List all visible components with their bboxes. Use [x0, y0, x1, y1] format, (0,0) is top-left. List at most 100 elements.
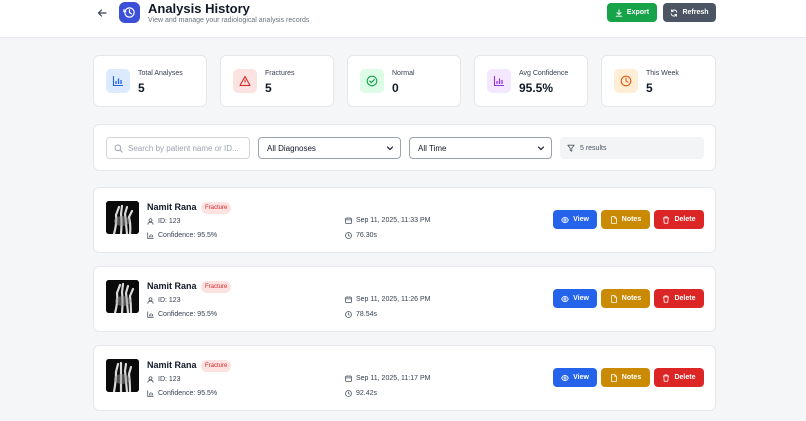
history-icon: [119, 2, 140, 23]
page-subtitle: View and manage your radiological analys…: [148, 17, 310, 24]
results-count: 5 results: [560, 137, 704, 159]
xray-thumbnail[interactable]: [106, 359, 139, 392]
search-input[interactable]: [128, 143, 246, 153]
processing-time-text: 76.30s: [356, 232, 378, 239]
refresh-label: Refresh: [682, 9, 709, 16]
file-icon: [610, 215, 617, 224]
confidence: Confidence: 95.5%: [147, 311, 217, 318]
refresh-button[interactable]: Refresh: [663, 3, 716, 22]
notes-label: Notes: [621, 374, 642, 381]
record-card: Namit Rana Fracture ID: 123 Confidence: …: [93, 187, 716, 253]
search-field[interactable]: [106, 137, 250, 159]
bar-chart-icon: [147, 390, 154, 397]
patient-name: Namit Rana: [147, 281, 197, 291]
clock-icon: [345, 311, 352, 318]
export-label: Export: [626, 9, 650, 16]
eye-icon: [561, 216, 569, 223]
confidence: Confidence: 95.5%: [147, 232, 217, 239]
time-select[interactable]: All Time: [409, 137, 552, 159]
confidence-text: Confidence: 95.5%: [158, 232, 218, 239]
refresh-icon: [671, 8, 678, 17]
patient-id: ID: 123: [147, 297, 181, 304]
view-button[interactable]: View: [553, 210, 597, 229]
patient-id-text: ID: 123: [158, 376, 181, 383]
diagnosis-select-value: All Diagnoses: [267, 143, 316, 153]
record-card: Namit Rana Fracture ID: 123 Confidence: …: [93, 266, 716, 332]
patient-id: ID: 123: [147, 218, 181, 225]
clock-icon: [345, 232, 352, 239]
notes-button[interactable]: Notes: [601, 210, 650, 229]
page-header: Analysis History View and manage your ra…: [0, 0, 806, 38]
stat-value: 5: [646, 81, 653, 95]
stat-label: Avg Confidence: [519, 70, 569, 77]
chevron-down-icon: [386, 146, 394, 151]
export-button[interactable]: Export: [607, 3, 657, 22]
stat-label: Total Analyses: [138, 70, 183, 77]
user-icon: [147, 297, 154, 304]
chevron-down-icon: [537, 146, 545, 151]
analysis-date-text: Sep 11, 2025, 11:26 PM: [356, 296, 431, 303]
confidence-text: Confidence: 95.5%: [158, 390, 218, 397]
patient-id: ID: 123: [147, 376, 181, 383]
view-label: View: [573, 216, 589, 223]
patient-id-text: ID: 123: [158, 297, 181, 304]
diagnosis-badge: Fracture: [201, 360, 232, 372]
clock-icon: [614, 69, 638, 93]
bar-chart-icon: [147, 232, 154, 239]
delete-button[interactable]: Delete: [654, 368, 704, 387]
delete-label: Delete: [674, 216, 696, 223]
trash-icon: [663, 374, 670, 382]
notes-label: Notes: [621, 216, 642, 223]
filter-panel: All Diagnoses All Time 5 results: [93, 124, 716, 171]
file-icon: [610, 373, 617, 382]
notes-label: Notes: [621, 295, 642, 302]
calendar-icon: [345, 296, 352, 303]
stat-value: 0: [392, 81, 399, 95]
diagnosis-badge: Fracture: [201, 202, 232, 214]
calendar-icon: [345, 217, 352, 224]
stat-value: 5: [138, 81, 145, 95]
stat-card-total-analyses: Total Analyses 5: [93, 55, 207, 107]
xray-thumbnail[interactable]: [106, 280, 139, 313]
diagnosis-badge: Fracture: [201, 281, 232, 293]
processing-time: 92.42s: [345, 390, 377, 397]
bar-chart-icon: [106, 69, 130, 93]
eye-icon: [561, 374, 569, 381]
trash-icon: [663, 295, 670, 303]
view-button[interactable]: View: [553, 289, 597, 308]
confidence-text: Confidence: 95.5%: [158, 311, 218, 318]
user-icon: [147, 218, 154, 225]
warning-icon: [233, 69, 257, 93]
stat-value: 5: [265, 81, 272, 95]
delete-label: Delete: [674, 295, 696, 302]
filter-icon: [567, 144, 575, 152]
view-button[interactable]: View: [553, 368, 597, 387]
download-icon: [615, 8, 623, 17]
analysis-date-text: Sep 11, 2025, 11:33 PM: [356, 217, 431, 224]
calendar-icon: [345, 375, 352, 382]
analysis-date: Sep 11, 2025, 11:17 PM: [345, 375, 430, 382]
patient-id-text: ID: 123: [158, 218, 181, 225]
processing-time-text: 92.42s: [356, 390, 378, 397]
diagnosis-select[interactable]: All Diagnoses: [258, 137, 401, 159]
search-icon: [114, 143, 123, 153]
back-button[interactable]: [94, 5, 110, 21]
clock-icon: [345, 390, 352, 397]
view-label: View: [573, 295, 589, 302]
view-label: View: [573, 374, 589, 381]
file-icon: [610, 294, 617, 303]
user-icon: [147, 376, 154, 383]
delete-label: Delete: [674, 374, 696, 381]
xray-thumbnail[interactable]: [106, 201, 139, 234]
notes-button[interactable]: Notes: [601, 368, 650, 387]
stat-card-this-week: This Week 5: [601, 55, 716, 107]
notes-button[interactable]: Notes: [601, 289, 650, 308]
page-title: Analysis History: [148, 1, 250, 16]
analysis-date-text: Sep 11, 2025, 11:17 PM: [356, 375, 431, 382]
stat-card-normal: Normal 0: [347, 55, 461, 107]
delete-button[interactable]: Delete: [654, 210, 704, 229]
processing-time: 76.30s: [345, 232, 377, 239]
results-count-text: 5 results: [580, 144, 607, 152]
delete-button[interactable]: Delete: [654, 289, 704, 308]
time-select-value: All Time: [418, 143, 447, 153]
